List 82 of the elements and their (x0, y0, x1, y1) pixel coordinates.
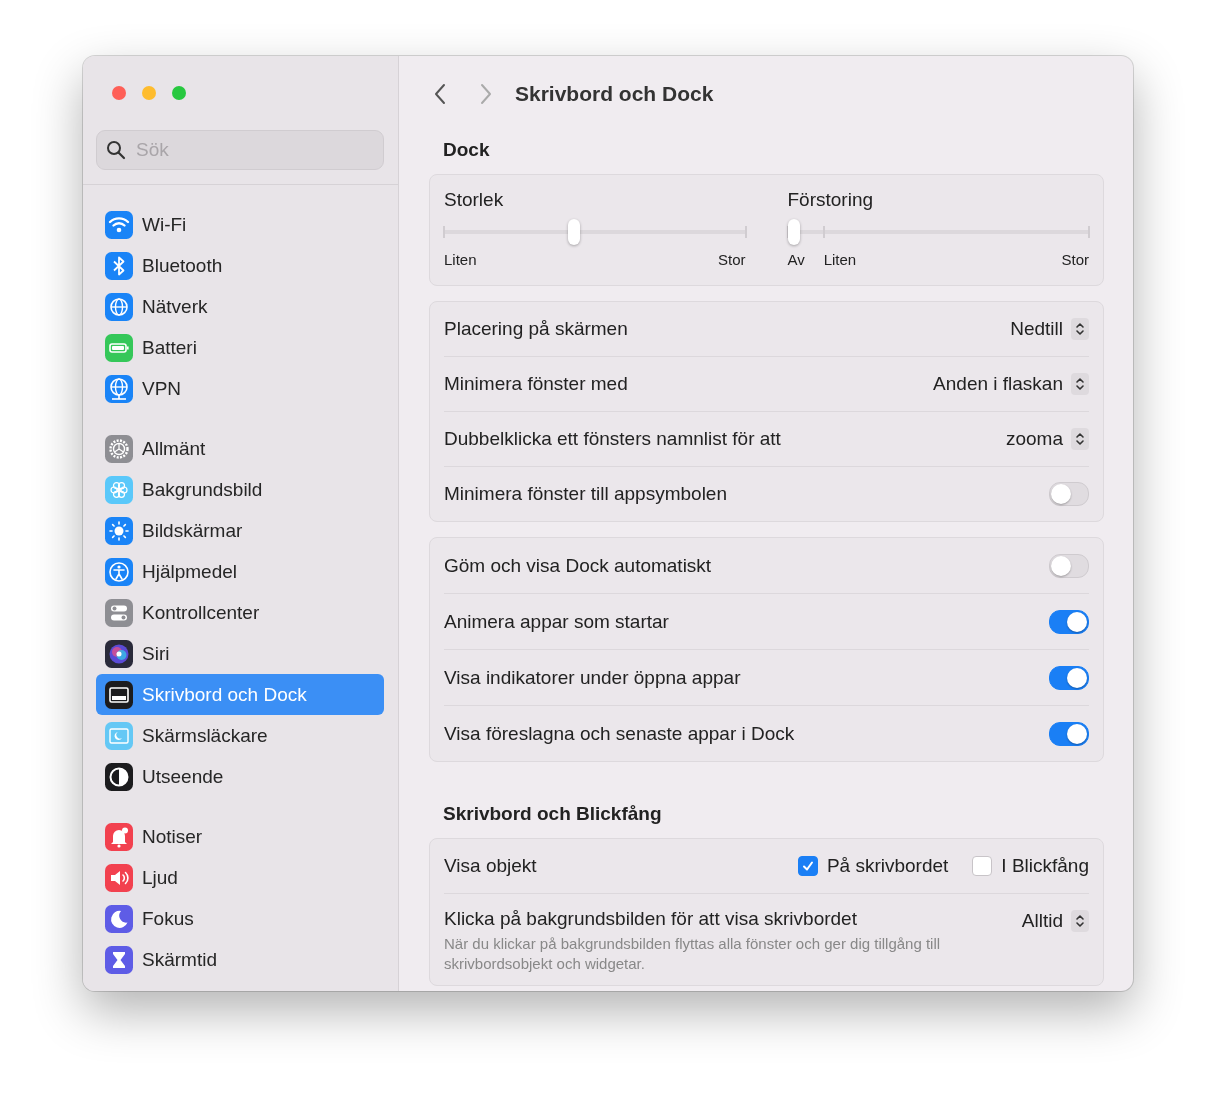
slider-label: Storlek (444, 189, 505, 211)
search-icon (106, 140, 126, 160)
moon-icon (105, 904, 133, 933)
slider-mark-label: Stor (1061, 251, 1089, 268)
globe-icon (105, 292, 133, 321)
checkbox-label: På skrivbordet (826, 855, 949, 877)
sidebar-item[interactable]: Bildskärmar (96, 510, 384, 551)
sidebar-item[interactable]: Siri (96, 633, 384, 674)
toggle-switch[interactable] (1049, 609, 1089, 634)
popup-button[interactable]: Alltid (1021, 908, 1089, 934)
setting-description: När du klickar på bakgrundsbilden flyttas alla fönster och ger dig tillgång till skrivbordsobjekt och widgetar. (444, 934, 942, 975)
slider-label: Förstoring (787, 189, 875, 211)
toggle-switch[interactable] (1049, 665, 1089, 690)
setting-label: Minimera fönster med (444, 373, 628, 395)
setting-label: Visa indikatorer under öppna appar (444, 666, 741, 689)
switches-icon (105, 598, 133, 627)
toggle-switch[interactable] (1049, 482, 1089, 506)
sidebar-item[interactable]: Batteri (96, 327, 384, 368)
minimize-button[interactable] (142, 86, 156, 100)
forward-chevron-icon[interactable] (479, 82, 493, 106)
back-chevron-icon[interactable] (433, 82, 447, 106)
wifi-icon (105, 210, 133, 239)
sidebar-item[interactable]: Ljud (96, 857, 384, 898)
sun-icon (105, 516, 133, 545)
setting-label: Dubbelklicka ett fönsters namnlist för att (444, 428, 781, 450)
slider-mark-label: Av (787, 251, 805, 268)
orb-icon (105, 639, 133, 668)
sidebar-item[interactable]: Skärmtid (96, 939, 384, 980)
checkbox[interactable] (972, 856, 993, 876)
checkbox-label: I Blickfång (1001, 855, 1089, 877)
sidebar-item[interactable]: Nätverk (96, 286, 384, 327)
checkbox[interactable] (797, 856, 818, 876)
contrast-icon (105, 762, 133, 791)
bell-icon (105, 822, 133, 851)
popup-button[interactable]: Nedtill (1010, 316, 1089, 342)
sidebar-item[interactable]: Allmänt (96, 428, 384, 469)
close-button[interactable] (112, 86, 126, 100)
checkmark-icon (800, 859, 815, 873)
setting-label: Visa föreslagna och senaste appar i Dock (444, 722, 795, 745)
dock-window-icon (105, 680, 133, 709)
setting-label: Visa objekt (444, 855, 537, 877)
slider-mark-label: Liten (444, 251, 477, 268)
sidebar-item[interactable]: Hjälpmedel (96, 551, 384, 592)
toggle-switch[interactable] (1049, 721, 1089, 746)
hourglass-icon (105, 945, 133, 974)
up-down-chevron-icon (1071, 373, 1089, 395)
setting-label: Minimera fönster till appsymbolen (444, 483, 727, 505)
up-down-chevron-icon (1071, 428, 1089, 450)
section-title: Skrivbord och Blickfång (442, 802, 663, 826)
sidebar-item[interactable]: Skärmsläckare (96, 715, 384, 756)
popup-button[interactable]: zooma (1005, 426, 1089, 452)
flower-icon (105, 475, 133, 504)
battery-icon (105, 333, 133, 362)
slider-mark-label: Stor (718, 251, 746, 268)
gear-icon (105, 434, 133, 463)
setting-label: Klicka på bakgrundsbilden för att visa skrivbordet (444, 908, 858, 930)
slider-mark-label: Liten (823, 251, 857, 268)
up-down-chevron-icon (1071, 910, 1089, 932)
sidebar-item[interactable]: Fokus (96, 898, 384, 939)
setting-label: Placering på skärmen (444, 318, 628, 340)
sidebar-item[interactable]: VPN (96, 368, 384, 409)
slider-thumb[interactable] (567, 219, 580, 245)
moon-screen-icon (105, 721, 133, 750)
bluetooth-icon (105, 251, 133, 280)
sidebar-item[interactable]: Utseende (96, 756, 384, 797)
sidebar-item[interactable]: Notiser (96, 816, 384, 857)
toggle-switch[interactable] (1049, 553, 1089, 578)
speaker-icon (105, 863, 133, 892)
setting-label: Göm och visa Dock automatiskt (444, 554, 712, 577)
sidebar-item[interactable]: Bakgrundsbild (96, 469, 384, 510)
section-title: Dock (442, 138, 491, 162)
sidebar-item[interactable]: Bluetooth (96, 245, 384, 286)
vpn-globe-icon (105, 374, 133, 403)
popup-button[interactable]: Anden i flaskan (933, 371, 1089, 397)
slider-thumb[interactable] (787, 219, 800, 245)
setting-label: Animera appar som startar (444, 610, 669, 633)
zoom-button[interactable] (172, 86, 186, 100)
up-down-chevron-icon (1071, 318, 1089, 340)
sidebar-item[interactable]: Wi-Fi (96, 204, 384, 245)
accessibility-icon (105, 557, 133, 586)
sidebar-item[interactable]: Kontrollcenter (96, 592, 384, 633)
page-title: Skrivbord och Dock (515, 82, 714, 106)
